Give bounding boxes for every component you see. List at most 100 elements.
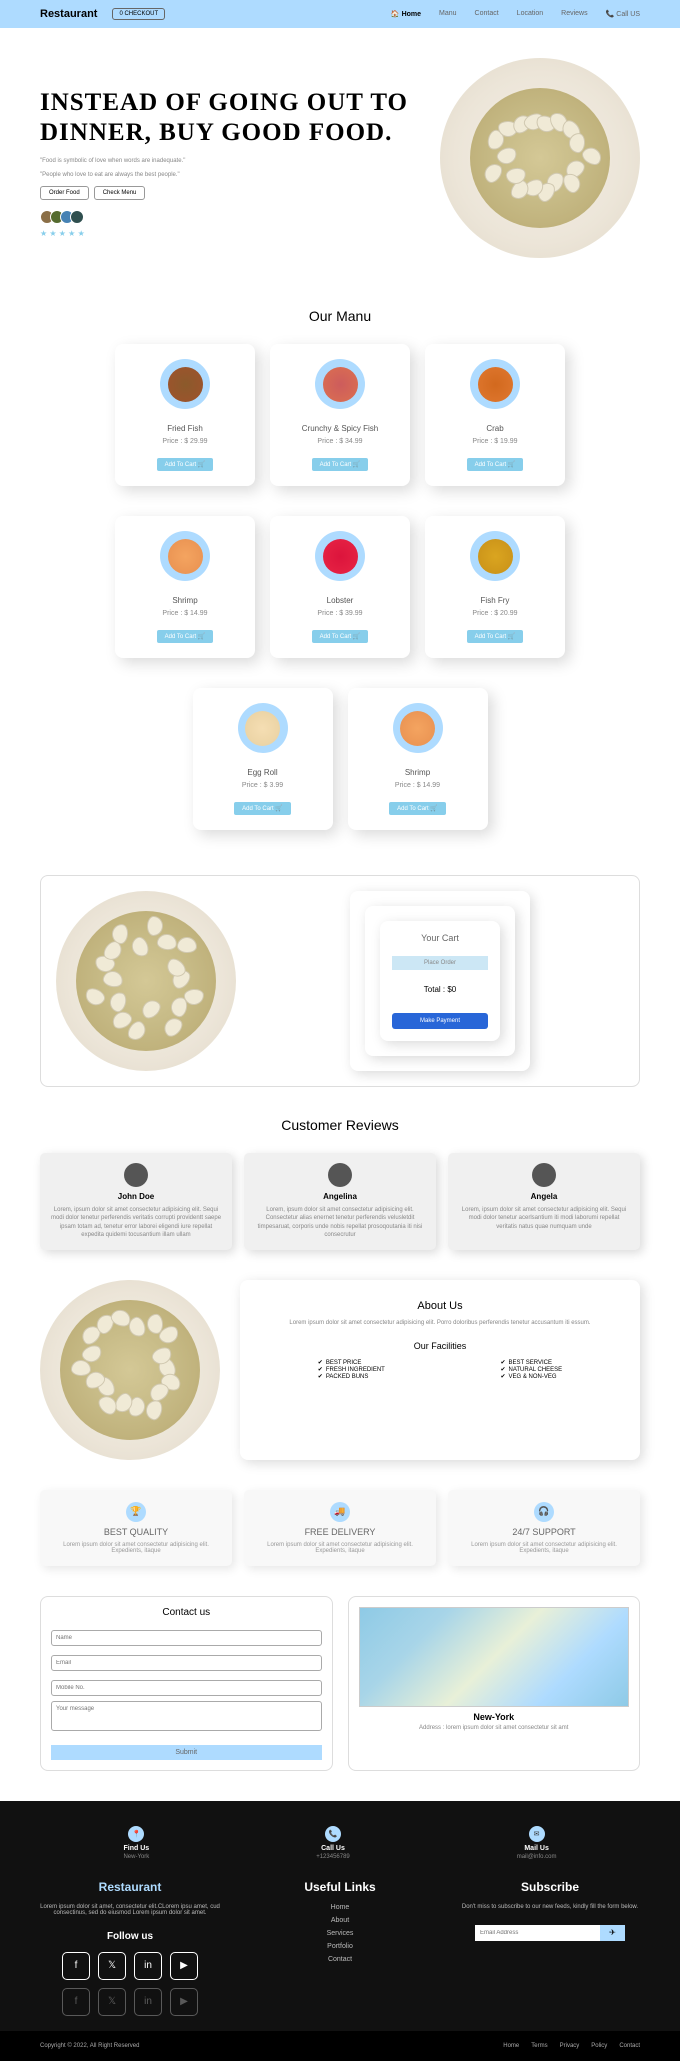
twitter-icon[interactable]: 𝕏 [98,1952,126,1980]
facilities-col-2: BEST SERVICENATURAL CHEESEVEG & NON-VEG [500,1359,562,1380]
contact-title: Contact us [51,1607,322,1618]
footer-brand: Restaurant [40,1880,220,1894]
feature-card: 🎧 24/7 SUPPORT Lorem ipsum dolor sit ame… [448,1490,640,1566]
add-to-cart-button[interactable]: Add To Cart 🛒 [467,458,524,471]
food-image [315,531,365,581]
footer-bottom-link[interactable]: Policy [591,2043,607,2049]
hero-section: INSTEAD OF GOING OUT TO DINNER, BUY GOOD… [0,28,680,288]
facebook-icon[interactable]: f [62,1952,90,1980]
footer-bottom: Copyright © 2022, All Right Reserved Hom… [0,2031,680,2061]
footer-bottom-link[interactable]: Privacy [560,2043,580,2049]
footer-mail: ✉ Mail Us mail@info.com [517,1826,557,1860]
phone-icon: 📞 [325,1826,341,1842]
check-menu-button[interactable]: Check Menu [94,186,146,200]
menu-item-price: Price : $ 39.99 [280,610,400,617]
cart-total: Total : $0 [392,985,488,994]
subscribe-input[interactable] [475,1925,600,1941]
add-to-cart-button[interactable]: Add To Cart 🛒 [234,802,291,815]
review-text: Lorem, ipsum dolor sit amet consectetur … [50,1206,222,1240]
facility-item: FRESH INGREDIENT [318,1366,385,1373]
mail-icon: ✉ [529,1826,545,1842]
footer-bottom-link[interactable]: Contact [619,2043,640,2049]
map-address: Address : lorem ipsum dolor sit amet con… [359,1725,630,1731]
footer-link[interactable]: Contact [250,1956,430,1963]
brand-logo[interactable]: Restaurant [40,8,97,20]
contact-form: Contact us Submit [40,1596,333,1771]
about-title: About Us [260,1300,620,1312]
nav-call[interactable]: 📞 Call US [606,10,640,18]
nav-contact[interactable]: Contact [475,10,499,18]
menu-card: Fried Fish Price : $ 29.99 Add To Cart 🛒 [115,344,255,486]
menu-section-title: Our Manu [0,308,680,324]
map-city: New-York [359,1712,630,1722]
footer-link[interactable]: Services [250,1930,430,1937]
menu-item-name: Shrimp [125,596,245,605]
review-card: Angela Lorem, ipsum dolor sit amet conse… [448,1153,640,1250]
nav-reviews[interactable]: Reviews [561,10,587,18]
checkout-button[interactable]: 0 CHECKOUT [112,8,165,20]
footer-link[interactable]: Home [250,1904,430,1911]
food-image [160,359,210,409]
feature-text: Lorem ipsum dolor sit amet consectetur a… [460,1542,628,1554]
facility-item: VEG & NON-VEG [500,1373,562,1380]
nav-location[interactable]: Location [517,10,543,18]
map-image[interactable] [359,1607,630,1707]
menu-item-name: Crab [435,424,555,433]
feature-text: Lorem ipsum dolor sit amet consectetur a… [52,1542,220,1554]
facility-item: BEST PRICE [318,1359,385,1366]
mobile-input[interactable] [51,1680,322,1696]
add-to-cart-button[interactable]: Add To Cart 🛒 [389,802,446,815]
feature-title: FREE DELIVERY [256,1527,424,1537]
nav-home[interactable]: 🏠 Home [391,10,421,18]
footer-link[interactable]: About [250,1917,430,1924]
youtube-icon[interactable]: ▶ [170,1952,198,1980]
add-to-cart-button[interactable]: Add To Cart 🛒 [467,630,524,643]
footer-brand-text: Lorem ipsum dolor sit amet, consectetur … [40,1904,220,1916]
food-image [315,359,365,409]
footer-find: 📍 Find Us New-York [123,1826,149,1860]
footer-bottom-link[interactable]: Terms [531,2043,547,2049]
add-to-cart-button[interactable]: Add To Cart 🛒 [312,630,369,643]
menu-item-price: Price : $ 19.99 [435,438,555,445]
add-to-cart-button[interactable]: Add To Cart 🛒 [312,458,369,471]
features-grid: 🏆 BEST QUALITY Lorem ipsum dolor sit ame… [0,1490,680,1566]
about-plate-image [40,1280,220,1460]
message-input[interactable] [51,1701,322,1731]
order-food-button[interactable]: Order Food [40,186,89,200]
menu-item-name: Shrimp [358,768,478,777]
add-to-cart-button[interactable]: Add To Cart 🛒 [157,630,214,643]
footer-bottom-link[interactable]: Home [503,2043,519,2049]
reviewer-name: Angela [458,1192,630,1201]
food-image [238,703,288,753]
name-input[interactable] [51,1630,322,1646]
place-order-button[interactable]: Place Order [392,956,488,970]
footer-link[interactable]: Portfolio [250,1943,430,1950]
menu-card: Crunchy & Spicy Fish Price : $ 34.99 Add… [270,344,410,486]
menu-card: Shrimp Price : $ 14.99 Add To Cart 🛒 [115,516,255,658]
add-to-cart-button[interactable]: Add To Cart 🛒 [157,458,214,471]
footer: 📍 Find Us New-York 📞 Call Us +123456789 … [0,1801,680,2031]
email-input[interactable] [51,1655,322,1671]
menu-item-name: Egg Roll [203,768,323,777]
linkedin-icon[interactable]: in [134,1952,162,1980]
feature-text: Lorem ipsum dolor sit amet consectetur a… [256,1542,424,1554]
nav-menu[interactable]: Manu [439,10,457,18]
cart-section: Your Cart Place Order Total : $0 Make Pa… [40,875,640,1087]
feature-title: BEST QUALITY [52,1527,220,1537]
feature-icon: 🎧 [534,1502,554,1522]
facility-item: BEST SERVICE [500,1359,562,1366]
submit-button[interactable]: Submit [51,1745,322,1760]
make-payment-button[interactable]: Make Payment [392,1013,488,1029]
menu-card: Lobster Price : $ 39.99 Add To Cart 🛒 [270,516,410,658]
subscribe-button[interactable]: ✈ [600,1925,625,1941]
reviewer-name: Angelina [254,1192,426,1201]
hero-title: INSTEAD OF GOING OUT TO DINNER, BUY GOOD… [40,88,440,148]
review-card: Angelina Lorem, ipsum dolor sit amet con… [244,1153,436,1250]
about-text: Lorem ipsum dolor sit amet consectetur a… [260,1320,620,1326]
feature-icon: 🚚 [330,1502,350,1522]
menu-card: Fish Fry Price : $ 20.99 Add To Cart 🛒 [425,516,565,658]
menu-item-price: Price : $ 29.99 [125,438,245,445]
menu-item-name: Fish Fry [435,596,555,605]
review-text: Lorem, ipsum dolor sit amet consectetur … [254,1206,426,1240]
review-text: Lorem, ipsum dolor sit amet consectetur … [458,1206,630,1231]
